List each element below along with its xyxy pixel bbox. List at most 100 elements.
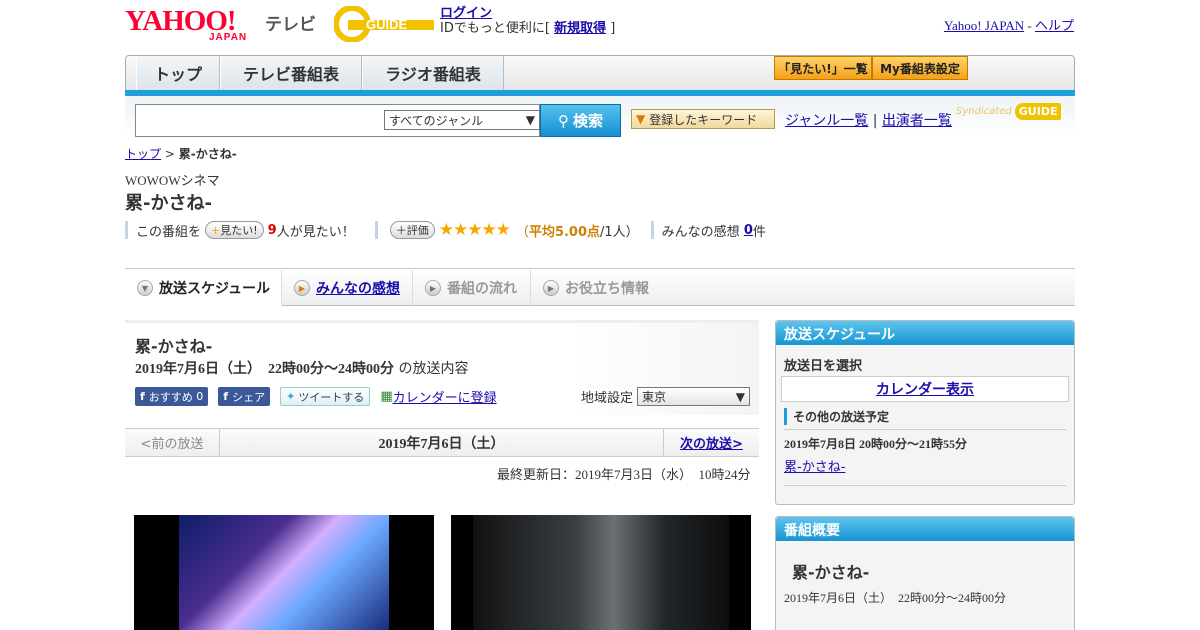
share-label: シェア [232, 390, 266, 404]
mitai-list-button[interactable]: 「見たい!」一覧 [774, 56, 872, 80]
search-links: ジャンル一覧 | 出演者一覧 [785, 110, 952, 130]
plus-icon: + [211, 224, 221, 237]
help-link[interactable]: ヘルプ [1035, 18, 1074, 33]
other-broadcast-date: 2019年7月8日 20時00分～21時55分 [784, 429, 1066, 452]
region-label: 地域設定 [581, 391, 634, 406]
facebook-share-button[interactable]: f シェア [218, 387, 271, 406]
rating-button-label: 評価 [406, 224, 429, 237]
program-image-1-still [179, 515, 389, 630]
stats-divider [650, 221, 654, 239]
genre-select[interactable]: すべてのジャンル ▼ [384, 110, 540, 130]
tab-label: お役立ち情報 [565, 281, 649, 297]
genre-list-link[interactable]: ジャンル一覧 [785, 113, 868, 129]
header-dash: - [1027, 18, 1032, 33]
my-schedule-button[interactable]: My番組表設定 [872, 56, 968, 80]
facebook-recommend-button[interactable]: f おすすめ 0 [135, 387, 209, 406]
other-broadcasts-label: その他の放送予定 [784, 408, 1066, 425]
genre-select-value: すべてのジャンル [389, 113, 484, 128]
calendar-register-link[interactable]: カレンダーに登録 [393, 387, 497, 406]
magnifier-icon: ⚲ [557, 111, 569, 130]
nav-tab-top[interactable]: トップ [136, 56, 220, 90]
login-text-prefix: IDでもっと便利に[ [440, 21, 550, 36]
subtabs-topline [125, 268, 1075, 269]
program-stats: この番組を +見たい! 9 人が見たい！ ＋評価 ★★★★★ （ 平均5.00点… [125, 220, 766, 240]
tab-broadcast-schedule[interactable]: ▼ 放送スケジュール [125, 270, 282, 306]
login-link[interactable]: ログイン [440, 6, 492, 21]
syndicated-gguide-logo: GUIDE [1014, 103, 1062, 120]
yahoo-logo-sub: JAPAN [209, 32, 248, 43]
rating-button[interactable]: ＋評価 [389, 221, 435, 239]
mitai-button[interactable]: +見たい! [205, 221, 264, 239]
calendar-register[interactable]: ▦ カレンダーに登録 [380, 387, 496, 406]
facebook-icon: f [223, 390, 229, 403]
calendar-display-button[interactable]: カレンダー表示 [781, 376, 1069, 402]
overview-sidebox-header: 番組概要 [776, 517, 1074, 541]
tab-impressions[interactable]: ▶ みんなの感想 [282, 270, 413, 306]
tab-label: 番組の流れ [447, 281, 517, 297]
next-broadcast-link[interactable]: 次の放送> [680, 433, 743, 452]
login-box: ログイン IDでもっと便利に[ 新規取得 ] [440, 6, 615, 36]
program-image-2[interactable] [451, 515, 751, 630]
impressions-count[interactable]: 0 [744, 223, 753, 238]
links-divider: | [872, 113, 878, 129]
overview-date: 2019年7月6日（土） 22時00分～24時00分 [784, 591, 1007, 605]
keyword-button-label: 登録したキーワード [649, 112, 758, 127]
register-link[interactable]: 新規取得 [554, 21, 606, 36]
other-broadcast-link[interactable]: 累-かさね- [784, 460, 845, 475]
tab-label[interactable]: みんなの感想 [316, 278, 400, 298]
prev-broadcast[interactable]: <前の放送 [125, 429, 220, 456]
overview-title: 累-かさね- [792, 563, 870, 582]
plus-icon: ＋ [395, 224, 407, 237]
tab-useful-info[interactable]: ▶ お役立ち情報 [531, 270, 661, 306]
select-date-label: 放送日を選択 [784, 359, 863, 374]
search-button[interactable]: ⚲ 検索 [540, 104, 621, 137]
search-button-label: 検索 [572, 112, 603, 130]
stats-divider [374, 221, 378, 239]
program-image-1[interactable] [134, 515, 434, 630]
rating-average: 平均5.00点 [528, 224, 601, 240]
yahoo-japan-tv-logo[interactable]: YAHOO! JAPAN テレビ [125, 6, 325, 43]
stats-divider [125, 221, 128, 239]
mitai-button-label: 見たい! [220, 224, 258, 237]
yahoo-japan-link[interactable]: Yahoo! JAPAN [944, 18, 1024, 33]
syndicated-badge: Syndicated GUIDE [956, 103, 1062, 120]
calendar-display-link[interactable]: カレンダー表示 [876, 379, 974, 399]
twitter-bird-icon: ✦ [286, 390, 296, 403]
rating-open: （ [515, 224, 529, 240]
play-icon: ▶ [543, 280, 559, 296]
star-rating-icon: ★★★★★ [438, 220, 511, 240]
last-updated: 最終更新日：2019年7月3日（水） 10時24分 [497, 467, 751, 482]
orange-arrow-icon: ▼ [636, 112, 646, 126]
tab-program-flow[interactable]: ▶ 番組の流れ [413, 270, 531, 306]
nav-tab-radio-schedule[interactable]: ラジオ番組表 [362, 56, 504, 90]
tweet-button[interactable]: ✦ ツイートする [280, 387, 371, 406]
login-text-suffix: ] [610, 21, 616, 36]
facebook-icon: f [140, 390, 145, 403]
next-broadcast[interactable]: 次の放送> [663, 429, 759, 456]
overview-sidebox: 番組概要 累-かさね- 2019年7月6日（土） 22時00分～24時00分 [775, 516, 1075, 630]
top-right-links: Yahoo! JAPAN - ヘルプ [944, 15, 1074, 34]
mitai-prefix: この番組を [136, 224, 202, 240]
gguide-logo[interactable]: GUIDE [333, 5, 434, 43]
region-value: 東京 [642, 390, 667, 404]
region-select[interactable]: 東京 ▼ [637, 387, 751, 406]
program-image-2-still [473, 515, 729, 630]
keyword-button[interactable]: ▼ 登録したキーワード [631, 109, 775, 129]
recommend-count: 0 [196, 390, 204, 403]
caret-down-icon: ▼ [735, 389, 746, 404]
mitai-suffix: 人が見たい！ [276, 224, 355, 240]
nav-tab-tv-schedule[interactable]: テレビ番組表 [220, 56, 362, 90]
performer-list-link[interactable]: 出演者一覧 [882, 113, 952, 129]
schedule-sidebox: 放送スケジュール 放送日を選択 カレンダー表示 その他の放送予定 2019年7月… [775, 320, 1075, 505]
page-title: 累-かさね- [125, 193, 212, 214]
svg-text:GUIDE: GUIDE [366, 17, 408, 32]
channel-name: WOWOWシネマ [125, 173, 220, 188]
broadcast-date-suffix: の放送内容 [398, 361, 469, 377]
schedule-sidebox-header: 放送スケジュール [776, 321, 1074, 345]
breadcrumb-top-link[interactable]: トップ [125, 147, 161, 161]
current-broadcast-date: 2019年7月6日（土） [378, 436, 505, 452]
tv-logo-text: テレビ [265, 15, 316, 35]
mitai-count: 9 [267, 222, 277, 238]
rating-rest: /1人） [600, 224, 639, 240]
breadcrumb: トップ > 累-かさね- [125, 145, 237, 162]
